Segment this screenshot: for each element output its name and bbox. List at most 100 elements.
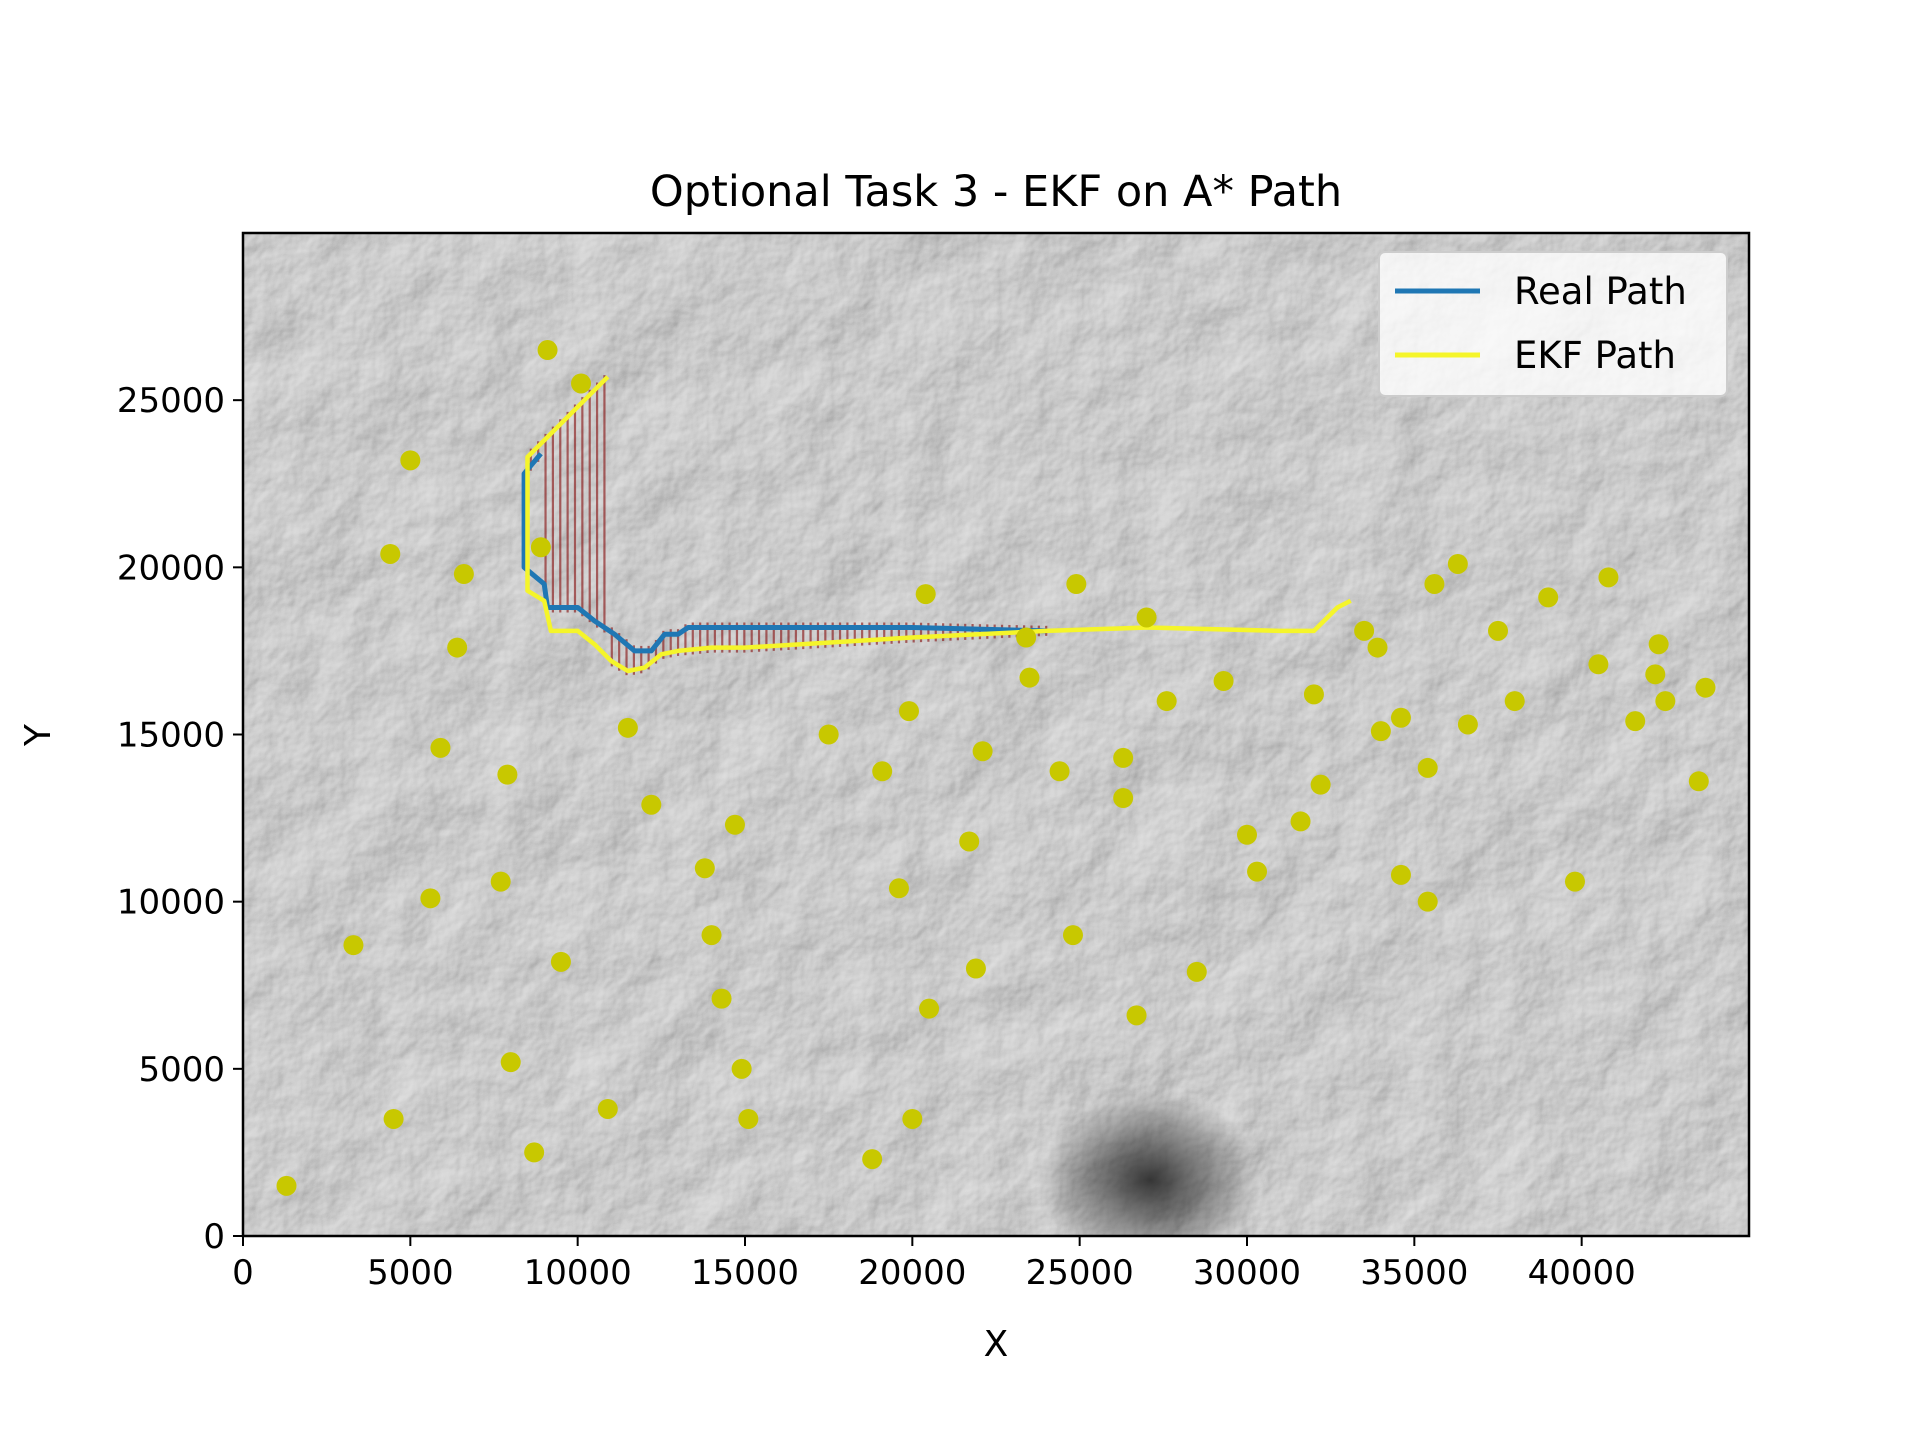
x-axis-label: X bbox=[984, 1324, 1009, 1365]
landmark-point bbox=[1538, 587, 1559, 608]
x-tick-label: 0 bbox=[232, 1253, 254, 1293]
landmark-point bbox=[530, 537, 551, 558]
landmark-point bbox=[400, 450, 421, 471]
landmark-point bbox=[1457, 714, 1478, 735]
landmark-point bbox=[731, 1058, 752, 1079]
landmark-point bbox=[888, 878, 909, 899]
y-tick-label: 20000 bbox=[117, 548, 225, 588]
landmark-point bbox=[1016, 627, 1037, 648]
y-axis-label: Y bbox=[18, 723, 59, 747]
x-tick-label: 35000 bbox=[1360, 1253, 1468, 1293]
landmark-point bbox=[1645, 664, 1666, 685]
landmark-point bbox=[902, 1108, 923, 1129]
landmark-point bbox=[1186, 961, 1207, 982]
x-tick-label: 10000 bbox=[524, 1253, 632, 1293]
landmark-point bbox=[497, 764, 518, 785]
landmark-point bbox=[724, 814, 745, 835]
landmark-point bbox=[1598, 567, 1619, 588]
landmark-point bbox=[597, 1098, 618, 1119]
landmark-point bbox=[1648, 634, 1669, 655]
landmark-point bbox=[1695, 677, 1716, 698]
landmark-point bbox=[430, 737, 451, 758]
terrain-shadow bbox=[1040, 1090, 1260, 1236]
landmark-point bbox=[738, 1108, 759, 1129]
landmark-point bbox=[1303, 684, 1324, 705]
landmark-point bbox=[490, 871, 511, 892]
landmark-point bbox=[453, 564, 474, 585]
landmark-point bbox=[1126, 1005, 1147, 1026]
legend-real-path-label: Real Path bbox=[1514, 270, 1687, 313]
landmark-point bbox=[1156, 691, 1177, 712]
landmark-point bbox=[965, 958, 986, 979]
landmark-point bbox=[1447, 553, 1468, 574]
landmark-point bbox=[1504, 691, 1525, 712]
landmark-point bbox=[872, 761, 893, 782]
landmark-point bbox=[1390, 707, 1411, 728]
landmark-point bbox=[1625, 711, 1646, 732]
landmark-point bbox=[1113, 747, 1134, 768]
landmark-point bbox=[500, 1052, 521, 1073]
landmark-point bbox=[1062, 925, 1083, 946]
y-tick-label: 10000 bbox=[117, 883, 225, 923]
y-tick-label: 5000 bbox=[138, 1050, 225, 1090]
landmark-point bbox=[1136, 607, 1157, 628]
landmark-point bbox=[1310, 774, 1331, 795]
y-tick-label: 15000 bbox=[117, 716, 225, 756]
landmark-point bbox=[571, 373, 592, 394]
x-tick-label: 25000 bbox=[1026, 1253, 1134, 1293]
x-tick-label: 5000 bbox=[367, 1253, 454, 1293]
landmark-point bbox=[959, 831, 980, 852]
landmark-point bbox=[343, 935, 364, 956]
x-tick-label: 30000 bbox=[1193, 1253, 1301, 1293]
landmark-point bbox=[537, 340, 558, 361]
landmark-point bbox=[1049, 761, 1070, 782]
landmark-point bbox=[972, 741, 993, 762]
landmark-point bbox=[919, 998, 940, 1019]
landmark-point bbox=[1588, 654, 1609, 675]
legend: Real Path EKF Path bbox=[1378, 251, 1728, 397]
landmark-point bbox=[862, 1149, 883, 1170]
landmark-point bbox=[1417, 757, 1438, 778]
landmark-point bbox=[1688, 771, 1709, 792]
landmark-point bbox=[380, 543, 401, 564]
landmark-point bbox=[383, 1108, 404, 1129]
landmark-point bbox=[641, 794, 662, 815]
x-axis: 0 5000 10000 15000 20000 25000 30000 35000 40000 bbox=[232, 1236, 1636, 1293]
landmark-point bbox=[1290, 811, 1311, 832]
landmark-point bbox=[276, 1175, 297, 1196]
landmark-point bbox=[524, 1142, 545, 1163]
landmark-point bbox=[1417, 891, 1438, 912]
landmark-point bbox=[1213, 671, 1234, 692]
x-tick-label: 15000 bbox=[691, 1253, 799, 1293]
landmark-point bbox=[1237, 824, 1257, 845]
landmark-point bbox=[915, 584, 936, 605]
y-axis: 0 5000 10000 15000 20000 25000 bbox=[117, 381, 243, 1257]
chart-title: Optional Task 3 - EKF on A* Path bbox=[650, 167, 1342, 217]
landmark-point bbox=[701, 925, 722, 946]
legend-ekf-path-label: EKF Path bbox=[1514, 334, 1676, 377]
landmark-point bbox=[1019, 667, 1040, 688]
landmark-point bbox=[420, 888, 441, 909]
landmark-point bbox=[1354, 620, 1375, 641]
landmark-point bbox=[1370, 721, 1391, 742]
landmark-point bbox=[1488, 620, 1508, 641]
y-tick-label: 0 bbox=[203, 1217, 225, 1257]
landmark-point bbox=[1424, 574, 1445, 595]
landmark-point bbox=[1564, 871, 1585, 892]
landmark-point bbox=[447, 637, 468, 658]
y-tick-label: 25000 bbox=[117, 381, 225, 421]
landmark-point bbox=[711, 988, 732, 1009]
landmark-point bbox=[818, 724, 839, 745]
landmark-point bbox=[1113, 788, 1134, 809]
landmark-point bbox=[694, 858, 715, 879]
landmark-point bbox=[1390, 864, 1411, 885]
landmark-point bbox=[550, 951, 571, 972]
landmark-point bbox=[1247, 861, 1268, 882]
x-tick-label: 40000 bbox=[1528, 1253, 1636, 1293]
landmark-point bbox=[1367, 637, 1388, 658]
landmark-point bbox=[617, 717, 638, 738]
landmark-point bbox=[1066, 574, 1087, 595]
landmark-point bbox=[1655, 691, 1676, 712]
landmark-point bbox=[898, 701, 919, 722]
figure: 0 5000 10000 15000 20000 25000 30000 35000 40000… bbox=[18, 167, 1751, 1365]
